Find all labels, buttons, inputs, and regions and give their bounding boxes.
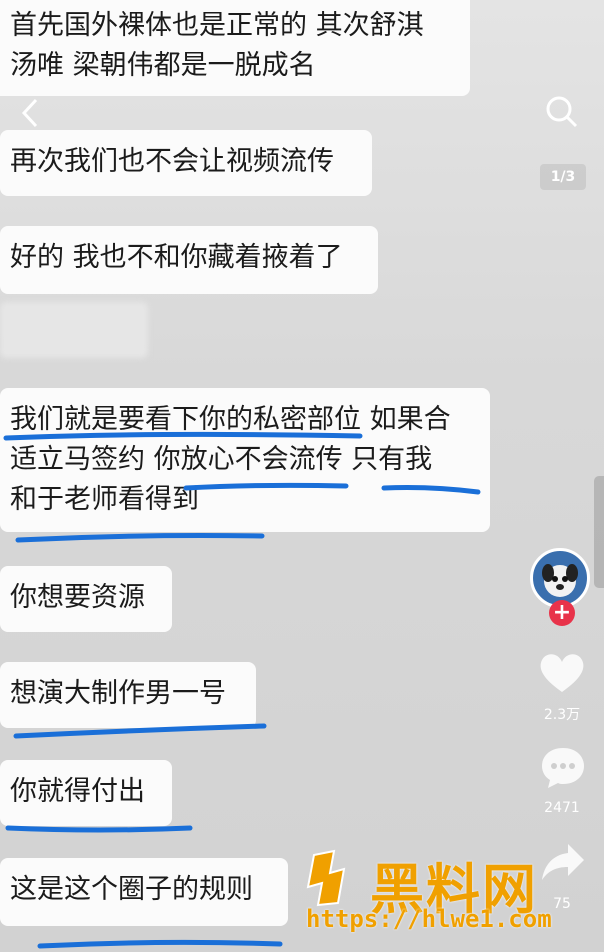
underline-stroke <box>15 533 265 543</box>
underline-stroke <box>381 485 481 495</box>
underline-stroke <box>3 431 363 441</box>
underline-stroke <box>5 825 193 833</box>
follow-plus-icon[interactable]: + <box>549 600 575 626</box>
underline-stroke <box>183 482 349 491</box>
comment-count: 2471 <box>544 800 580 816</box>
heart-icon[interactable] <box>536 648 588 700</box>
underline-stroke <box>13 723 267 739</box>
pen-underlines <box>3 431 481 949</box>
avatar[interactable] <box>530 548 590 608</box>
drawer-handle[interactable] <box>594 476 604 588</box>
like-count: 2.3万 <box>543 707 581 723</box>
watermark: 黑料网 https://hlwe1.com <box>300 845 600 945</box>
watermark-logo <box>306 849 346 907</box>
underline-stroke <box>37 939 283 949</box>
watermark-url: https://hlwe1.com <box>306 905 552 933</box>
comment-icon[interactable] <box>538 744 588 796</box>
